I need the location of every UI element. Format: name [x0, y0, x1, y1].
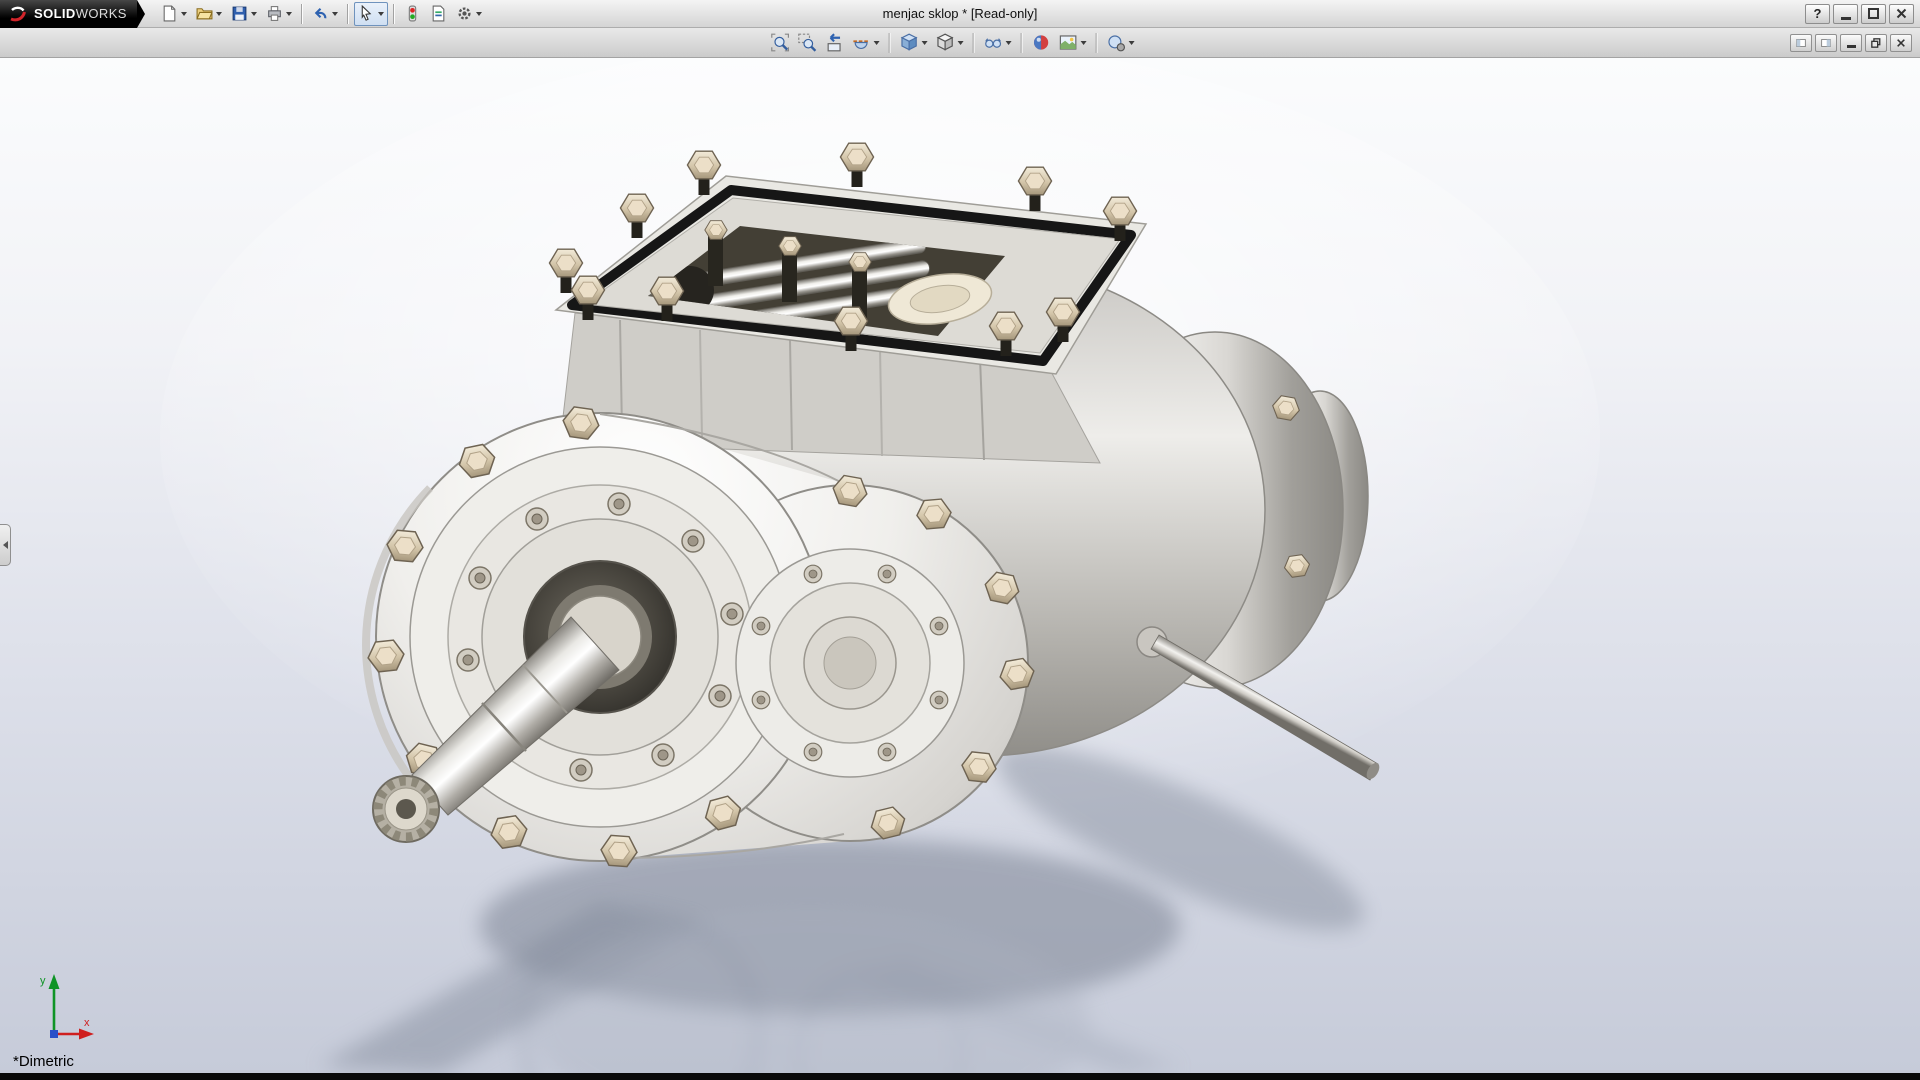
dropdown-arrow-icon — [1081, 41, 1087, 45]
orientation-triad: y x — [14, 960, 100, 1051]
heads-up-bar — [0, 28, 1920, 58]
window-controls: ? — [1805, 4, 1920, 24]
open-button[interactable] — [192, 2, 226, 26]
dropdown-arrow-icon — [378, 12, 384, 16]
edit-appearance-button[interactable] — [1029, 30, 1054, 56]
view-settings-button[interactable] — [1104, 30, 1138, 56]
dropdown-arrow-icon — [476, 12, 482, 16]
display-style-cube-icon — [936, 33, 955, 52]
open-folder-icon — [196, 5, 213, 22]
dropdown-arrow-icon — [286, 12, 292, 16]
help-button[interactable]: ? — [1805, 4, 1830, 24]
previous-view-button[interactable] — [822, 30, 847, 56]
save-floppy-icon — [231, 5, 248, 22]
zoom-to-area-icon — [798, 33, 817, 52]
dropdown-arrow-icon — [251, 12, 257, 16]
doc-close-button[interactable] — [1890, 34, 1912, 52]
file-properties-button[interactable] — [426, 2, 451, 26]
save-button[interactable] — [227, 2, 261, 26]
doc-minimize-button[interactable] — [1840, 34, 1862, 52]
section-view-button[interactable] — [849, 30, 883, 56]
dropdown-arrow-icon — [216, 12, 222, 16]
z-axis-dot — [50, 1030, 58, 1038]
undo-icon — [312, 5, 329, 22]
display-style-button[interactable] — [933, 30, 967, 56]
view-orientation-label: *Dimetric — [13, 1053, 74, 1070]
titlebar: SOLIDWORKS — [0, 0, 1920, 28]
zoom-to-area-button[interactable] — [795, 30, 820, 56]
toolbar-separator — [393, 4, 395, 24]
view-settings-icon — [1107, 33, 1126, 52]
x-axis-label: x — [84, 1017, 90, 1029]
dropdown-arrow-icon — [332, 12, 338, 16]
zoom-to-fit-button[interactable] — [768, 30, 793, 56]
dropdown-arrow-icon — [958, 41, 964, 45]
apply-scene-icon — [1059, 33, 1078, 52]
minimize-icon — [1841, 17, 1851, 20]
maximize-icon — [1868, 8, 1879, 19]
section-view-icon — [852, 33, 871, 52]
print-icon — [266, 5, 283, 22]
logo-notch — [137, 0, 145, 28]
select-cursor-icon — [358, 5, 375, 22]
toolbar-separator — [889, 33, 891, 53]
restore-icon — [1871, 38, 1881, 48]
toolbar-separator — [347, 4, 349, 24]
minimize-icon — [1847, 45, 1856, 48]
toolbar-separator — [1021, 33, 1023, 53]
file-properties-icon — [430, 5, 447, 22]
doc-restore-button[interactable] — [1865, 34, 1887, 52]
dropdown-arrow-icon — [874, 41, 880, 45]
maximize-button[interactable] — [1861, 4, 1886, 24]
hide-show-items-button[interactable] — [981, 30, 1015, 56]
document-window-controls — [1790, 34, 1920, 52]
dassault-logo-icon — [8, 4, 28, 24]
view-orientation-button[interactable] — [897, 30, 931, 56]
bottom-edge-strip — [0, 1073, 1920, 1080]
pane-toggle-right-button[interactable] — [1815, 34, 1837, 52]
help-label: ? — [1814, 6, 1822, 21]
dropdown-arrow-icon — [1006, 41, 1012, 45]
dropdown-arrow-icon — [1129, 41, 1135, 45]
options-button[interactable] — [452, 2, 486, 26]
y-axis-label: y — [40, 975, 46, 987]
select-button[interactable] — [354, 2, 388, 26]
close-icon — [1896, 38, 1906, 48]
rebuild-traffic-light-icon — [404, 5, 421, 22]
solidworks-window: SOLIDWORKS — [0, 0, 1920, 1080]
toolbar-separator — [973, 33, 975, 53]
edit-appearance-ball-icon — [1032, 33, 1051, 52]
chevron-left-icon — [3, 541, 8, 549]
zoom-to-fit-icon — [771, 33, 790, 52]
toolbar-separator — [301, 4, 303, 24]
main-toolbar — [145, 2, 486, 26]
feature-panel-expander[interactable] — [0, 524, 11, 566]
close-button[interactable] — [1889, 4, 1914, 24]
pane-left-icon — [1796, 38, 1806, 48]
hide-show-glasses-icon — [984, 33, 1003, 52]
previous-view-icon — [825, 33, 844, 52]
heads-up-toolbar — [768, 30, 1138, 56]
pane-right-icon — [1821, 38, 1831, 48]
graphics-area[interactable]: y x *Dimetric — [0, 58, 1920, 1073]
pane-toggle-left-button[interactable] — [1790, 34, 1812, 52]
options-gear-icon — [456, 5, 473, 22]
print-button[interactable] — [262, 2, 296, 26]
gearbox-model[interactable] — [0, 58, 1920, 1073]
close-icon — [1896, 8, 1907, 19]
minimize-button[interactable] — [1833, 4, 1858, 24]
dropdown-arrow-icon — [181, 12, 187, 16]
solidworks-logo: SOLIDWORKS — [0, 0, 137, 28]
apply-scene-button[interactable] — [1056, 30, 1090, 56]
new-document-icon — [161, 5, 178, 22]
toolbar-separator — [1096, 33, 1098, 53]
new-document-button[interactable] — [157, 2, 191, 26]
logo-text: SOLIDWORKS — [34, 5, 127, 23]
dropdown-arrow-icon — [922, 41, 928, 45]
rebuild-button[interactable] — [400, 2, 425, 26]
right-flange — [736, 549, 964, 777]
undo-button[interactable] — [308, 2, 342, 26]
view-orientation-cube-icon — [900, 33, 919, 52]
